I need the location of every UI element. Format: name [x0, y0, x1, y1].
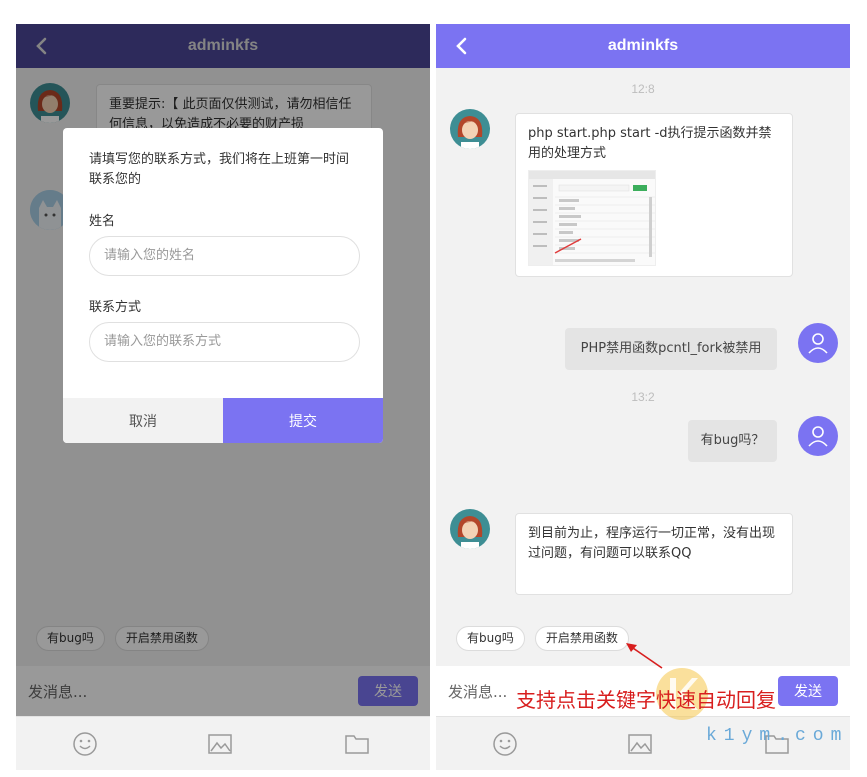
user-message-text: PHP禁用函数pcntl_fork被禁用 — [580, 341, 762, 356]
image-icon[interactable] — [627, 731, 653, 757]
emoji-icon[interactable] — [492, 731, 518, 757]
chat-title: adminkfs — [607, 37, 679, 54]
contact-input[interactable]: 请输入您的联系方式 — [89, 322, 360, 362]
contact-label: 联系方式 — [89, 300, 142, 315]
quick-reply-tag[interactable]: 有bug吗 — [456, 626, 525, 651]
name-input[interactable]: 请输入您的姓名 — [89, 236, 360, 276]
left-phone-screen: adminkfs 重要提示:【 此页面仅供测试，请勿相信任何信息，以免造成不必要… — [16, 24, 430, 770]
back-chevron-icon[interactable] — [446, 31, 476, 61]
user-message-bubble: PHP禁用函数pcntl_fork被禁用 — [565, 328, 777, 370]
quick-reply-tags: 有bug吗 开启禁用函数 — [456, 626, 629, 651]
name-label: 姓名 — [89, 214, 116, 229]
image-icon[interactable] — [207, 731, 233, 757]
send-button[interactable]: 发送 — [778, 676, 838, 706]
user-avatar — [798, 416, 838, 456]
screenshot-thumbnail[interactable] — [528, 170, 656, 266]
page: adminkfs 重要提示:【 此页面仅供测试，请勿相信任何信息，以免造成不必要… — [0, 0, 867, 777]
cancel-button[interactable]: 取消 — [63, 398, 223, 443]
agent-message-text: php start.php start -d执行提示函数并禁用的处理方式 — [528, 126, 772, 161]
agent-message-text: 到目前为止，程序运行一切正常，没有出现过问题，有问题可以联系QQ — [528, 526, 776, 561]
user-icon — [808, 426, 828, 447]
agent-message-bubble: php start.php start -d执行提示函数并禁用的处理方式 — [515, 113, 793, 277]
user-icon — [808, 333, 828, 354]
emoji-icon[interactable] — [72, 731, 98, 757]
chat-header: adminkfs — [436, 24, 850, 68]
submit-button[interactable]: 提交 — [223, 398, 383, 443]
agent-avatar — [450, 109, 490, 149]
user-message-text: 有bug吗？ — [700, 433, 765, 448]
message-timestamp: 13:2 — [631, 390, 655, 404]
bottom-toolbar — [16, 716, 430, 770]
dialog-prompt: 请填写您的联系方式，我们将在上班第一时间联系您的 — [89, 152, 350, 187]
quick-reply-tag[interactable]: 开启禁用函数 — [534, 626, 629, 651]
contact-dialog: 请填写您的联系方式，我们将在上班第一时间联系您的 姓名 请输入您的姓名 联系方式… — [63, 128, 383, 443]
agent-avatar — [450, 509, 490, 549]
annotation-text: 支持点击关键字快速自动回复 — [516, 688, 776, 712]
message-input[interactable]: 发消息... — [448, 681, 507, 702]
message-timestamp: 12:8 — [631, 82, 655, 96]
agent-message-bubble: 到目前为止，程序运行一切正常，没有出现过问题，有问题可以联系QQ — [515, 513, 793, 595]
watermark-text: k1ym.com — [706, 726, 849, 746]
user-avatar — [798, 323, 838, 363]
user-message-bubble: 有bug吗？ — [688, 420, 777, 462]
folder-icon[interactable] — [344, 731, 370, 757]
